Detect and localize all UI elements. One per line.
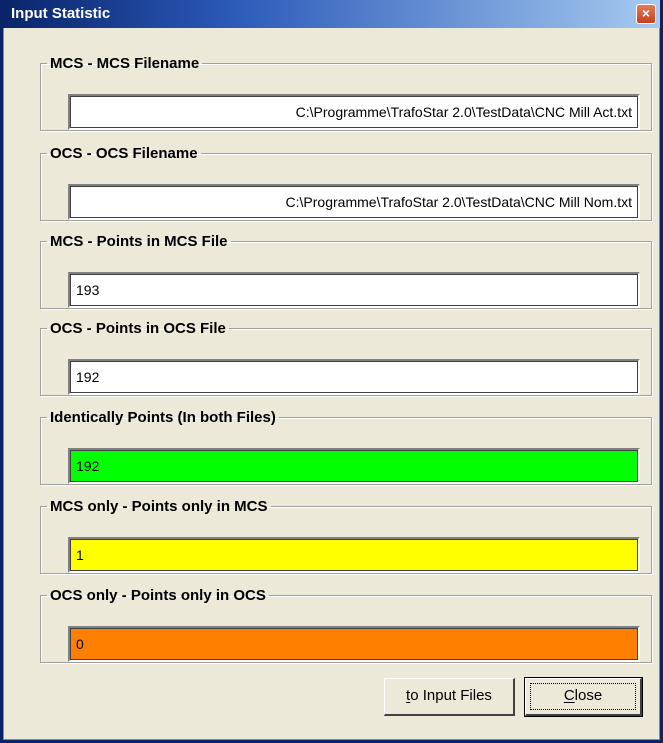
mcs-only-field[interactable]: 1 — [68, 537, 640, 573]
ocs-filename-field[interactable]: C:\Programme\TrafoStar 2.0\TestData\CNC … — [68, 184, 640, 220]
ocs-filename-group: OCS - OCS Filename C:\Programme\TrafoSta… — [40, 145, 652, 221]
identical-points-group: Identically Points (In both Files) 192 — [40, 409, 652, 485]
close-label: lose — [574, 687, 603, 704]
title-bar: Input Statistic × — [3, 0, 660, 28]
ocs-points-field[interactable]: 192 — [68, 359, 640, 395]
ocs-only-field[interactable]: 0 — [68, 626, 640, 662]
input-statistic-dialog: Input Statistic × MCS - MCS Filename C:\… — [0, 0, 663, 743]
mcs-filename-group: MCS - MCS Filename C:\Programme\TrafoSta… — [40, 55, 652, 131]
close-icon[interactable]: × — [636, 4, 656, 24]
identical-points-label: Identically Points (In both Files) — [50, 409, 276, 426]
close-button[interactable]: Close — [524, 677, 643, 717]
mcs-only-label: MCS only - Points only in MCS — [50, 498, 268, 515]
ocs-points-label: OCS - Points in OCS File — [50, 320, 226, 337]
window-title: Input Statistic — [11, 5, 111, 22]
to-input-files-button[interactable]: to Input Files — [384, 678, 515, 716]
mcs-points-group: MCS - Points in MCS File 193 — [40, 233, 652, 309]
mcs-points-label: MCS - Points in MCS File — [50, 233, 228, 250]
mcs-points-field[interactable]: 193 — [68, 272, 640, 308]
ocs-only-group: OCS only - Points only in OCS 0 — [40, 587, 652, 663]
to-input-files-label: o Input Files — [410, 687, 492, 704]
ocs-only-label: OCS only - Points only in OCS — [50, 587, 266, 604]
mcs-filename-label: MCS - MCS Filename — [50, 55, 200, 72]
mcs-filename-field[interactable]: C:\Programme\TrafoStar 2.0\TestData\CNC … — [68, 94, 640, 130]
ocs-filename-label: OCS - OCS Filename — [50, 145, 198, 162]
close-mnemonic: C — [563, 687, 575, 704]
mcs-only-group: MCS only - Points only in MCS 1 — [40, 498, 652, 574]
ocs-points-group: OCS - Points in OCS File 192 — [40, 320, 652, 396]
identical-points-field[interactable]: 192 — [68, 448, 640, 484]
